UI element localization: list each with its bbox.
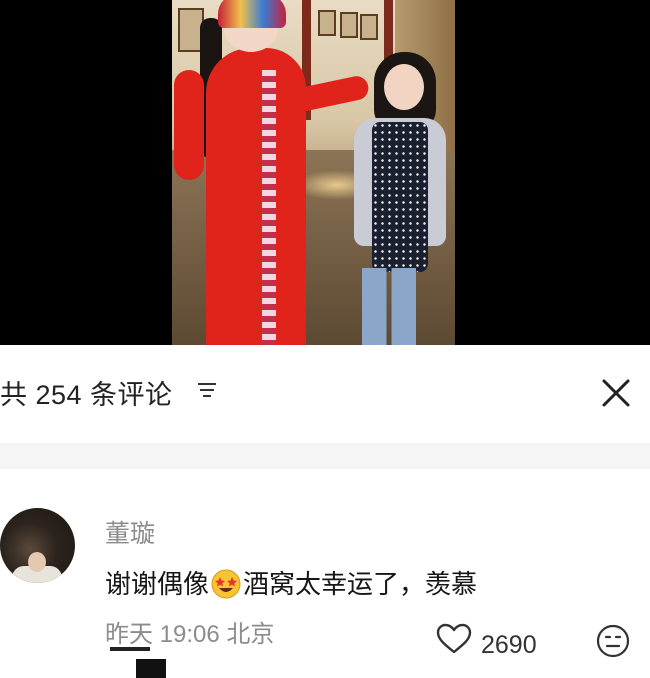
avatar[interactable] — [0, 508, 75, 583]
girl-face — [384, 64, 424, 110]
costume-trim — [262, 70, 276, 345]
wall-frame — [318, 10, 336, 36]
wall-frame — [340, 12, 358, 38]
comment-count-label: 共 254 条评论 — [0, 380, 173, 410]
video-player[interactable] — [0, 0, 650, 345]
comment-time: 昨天 19:06 — [105, 621, 220, 648]
performer-arm — [174, 70, 204, 180]
comment-text: 谢谢偶像 酒窝太幸运了，羡慕 — [105, 564, 477, 601]
comment-text-part: 谢谢偶像 — [105, 569, 210, 599]
comments-sheet: 共 254 条评论 董璇 谢谢偶像 酒窝太幸运了，羡慕 昨天 19:06 北京 … — [0, 345, 650, 678]
text-cursor-mark — [136, 659, 166, 678]
reply-dash — [110, 647, 150, 651]
comments-header: 共 254 条评论 — [0, 345, 650, 443]
heart-outline-icon[interactable] — [436, 623, 472, 655]
girl-dress — [372, 122, 428, 272]
like-count: 2690 — [481, 631, 537, 659]
neutral-face-icon[interactable] — [596, 624, 630, 658]
video-frame[interactable] — [172, 0, 455, 345]
star-struck-emoji-icon — [211, 569, 241, 599]
section-divider — [0, 443, 650, 469]
comment-username[interactable]: 董璇 — [105, 514, 155, 550]
close-icon[interactable] — [596, 373, 636, 413]
comment-location: 北京 — [226, 621, 275, 648]
wall-frame — [360, 14, 378, 40]
comment-item[interactable]: 董璇 谢谢偶像 酒窝太幸运了，羡慕 昨天 19:06 北京 2690 — [0, 469, 650, 678]
sort-lines-icon[interactable] — [197, 381, 217, 399]
girl-jeans — [362, 268, 416, 345]
performer-headdress — [218, 0, 286, 28]
comment-meta: 昨天 19:06 北京 — [105, 614, 274, 649]
avatar-face — [28, 552, 46, 572]
comment-text-part: 酒窝太幸运了，羡慕 — [243, 569, 478, 599]
